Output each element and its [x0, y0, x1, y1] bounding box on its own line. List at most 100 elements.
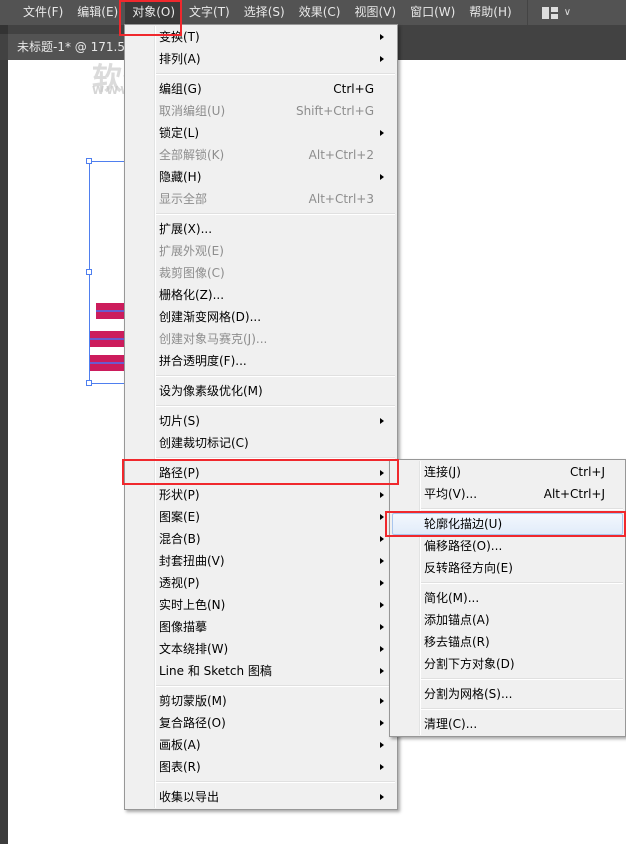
object-menu-item[interactable]: 图像描摹	[125, 616, 397, 638]
menu-item-label: 添加锚点(A)	[424, 613, 490, 627]
menu-item-label: 图表(R)	[159, 760, 201, 774]
submenu-arrow-icon	[380, 514, 384, 520]
object-menu-item[interactable]: 创建渐变网格(D)...	[125, 306, 397, 328]
submenu-arrow-icon	[380, 130, 384, 136]
object-menu-item[interactable]: 混合(B)	[125, 528, 397, 550]
artwork-stroke[interactable]	[90, 355, 124, 371]
path-menu-item[interactable]: 轮廓化描边(U)	[392, 513, 623, 535]
path-menu-item[interactable]: 连接(J) Ctrl+J	[390, 461, 625, 483]
artwork-stroke[interactable]	[96, 303, 124, 319]
workspace-switcher[interactable]: ∨	[526, 0, 572, 25]
object-menu-item[interactable]: 路径(P)	[125, 462, 397, 484]
object-menu-item[interactable]: 剪切蒙版(M)	[125, 690, 397, 712]
object-menu-item: 裁剪图像(C)	[125, 262, 397, 284]
menu-item-label: 剪切蒙版(M)	[159, 694, 227, 708]
menu-item-shortcut: Ctrl+J	[570, 465, 605, 479]
path-menu-item[interactable]: 分割为网格(S)...	[390, 683, 625, 705]
menu-item-label: 创建对象马赛克(J)...	[159, 332, 268, 346]
selection-bounding-box[interactable]	[89, 161, 129, 384]
object-menu-item[interactable]: 图表(R)	[125, 756, 397, 778]
object-menu-item[interactable]: 变换(T)	[125, 26, 397, 48]
menu-item-label: 扩展外观(E)	[159, 244, 224, 258]
submenu-arrow-icon	[380, 470, 384, 476]
path-menu-item[interactable]: 分割下方对象(D)	[390, 653, 625, 675]
path-menu-item[interactable]: 反转路径方向(E)	[390, 557, 625, 579]
object-menu-item[interactable]: 实时上色(N)	[125, 594, 397, 616]
panel-edge	[0, 25, 8, 34]
object-menu-item[interactable]: 封套扭曲(V)	[125, 550, 397, 572]
path-menu-item[interactable]: 移去锚点(R)	[390, 631, 625, 653]
menu-item-label: 形状(P)	[159, 488, 200, 502]
menu-item-label: 实时上色(N)	[159, 598, 226, 612]
menu-7[interactable]: 窗口(W)	[403, 0, 462, 25]
object-menu-item[interactable]: 隐藏(H)	[125, 166, 397, 188]
menu-8[interactable]: 帮助(H)	[462, 0, 518, 25]
menu-item-shortcut: Ctrl+G	[333, 82, 374, 96]
menu-item-label: 分割为网格(S)...	[424, 687, 513, 701]
menu-item-label: 图案(E)	[159, 510, 200, 524]
object-menu-item[interactable]: 文本绕排(W)	[125, 638, 397, 660]
menu-item-label: Line 和 Sketch 图稿	[159, 664, 272, 678]
path-menu-item[interactable]: 清理(C)...	[390, 713, 625, 735]
object-menu-item[interactable]: 收集以导出	[125, 786, 397, 808]
object-menu-item[interactable]: 画板(A)	[125, 734, 397, 756]
path-menu-item[interactable]: 偏移路径(O)...	[390, 535, 625, 557]
menu-6[interactable]: 视图(V)	[347, 0, 403, 25]
submenu-arrow-icon	[380, 742, 384, 748]
object-menu-item[interactable]: 透视(P)	[125, 572, 397, 594]
object-menu-item[interactable]: 编组(G) Ctrl+G	[125, 78, 397, 100]
object-menu-item[interactable]: 图案(E)	[125, 506, 397, 528]
object-menu: 变换(T) 排列(A) 编组(G) Ctrl+G 取消编组(U) Shift+Ctrl+G…	[124, 24, 398, 810]
submenu-arrow-icon	[380, 720, 384, 726]
menu-3[interactable]: 文字(T)	[182, 0, 237, 25]
menu-separator	[390, 705, 625, 713]
submenu-arrow-icon	[380, 764, 384, 770]
object-menu-item[interactable]: 创建裁切标记(C)	[125, 432, 397, 454]
object-menu-item: 全部解锁(K) Alt+Ctrl+2	[125, 144, 397, 166]
path-menu-item[interactable]: 简化(M)...	[390, 587, 625, 609]
object-menu-item[interactable]: 形状(P)	[125, 484, 397, 506]
artwork-stroke[interactable]	[90, 331, 124, 347]
menu-item-label: 创建渐变网格(D)...	[159, 310, 262, 324]
object-menu-item[interactable]: 设为像素级优化(M)	[125, 380, 397, 402]
object-menu-item[interactable]: 排列(A)	[125, 48, 397, 70]
path-submenu: 连接(J) Ctrl+J 平均(V)... Alt+Ctrl+J 轮廓化描边(U) 偏移路…	[389, 459, 626, 737]
menu-5[interactable]: 效果(C)	[292, 0, 348, 25]
menu-item-label: 平均(V)...	[424, 487, 478, 501]
object-menu-item: 显示全部 Alt+Ctrl+3	[125, 188, 397, 210]
menu-separator	[125, 402, 397, 410]
menu-2[interactable]: 对象(O)	[125, 0, 183, 25]
menu-item-label: 收集以导出	[159, 790, 220, 804]
object-menu-item[interactable]: 复合路径(O)	[125, 712, 397, 734]
menu-item-shortcut: Alt+Ctrl+2	[308, 148, 374, 162]
object-menu-item[interactable]: 切片(S)	[125, 410, 397, 432]
menu-4[interactable]: 选择(S)	[237, 0, 292, 25]
submenu-arrow-icon	[380, 558, 384, 564]
submenu-arrow-icon	[380, 34, 384, 40]
submenu-arrow-icon	[380, 794, 384, 800]
menu-item-label: 取消编组(U)	[159, 104, 226, 118]
path-menu-item[interactable]: 平均(V)... Alt+Ctrl+J	[390, 483, 625, 505]
object-menu-item[interactable]: 拼合透明度(F)...	[125, 350, 397, 372]
menu-item-label: 反转路径方向(E)	[424, 561, 513, 575]
selection-handle[interactable]	[86, 380, 92, 386]
menu-item-label: 拼合透明度(F)...	[159, 354, 247, 368]
chevron-down-icon: ∨	[563, 7, 572, 18]
submenu-arrow-icon	[380, 668, 384, 674]
menu-separator	[125, 70, 397, 78]
submenu-arrow-icon	[380, 536, 384, 542]
menu-item-label: 连接(J)	[424, 465, 461, 479]
menu-item-label: 裁剪图像(C)	[159, 266, 225, 280]
menu-separator	[390, 505, 625, 513]
selection-handle[interactable]	[86, 269, 92, 275]
path-menu-item[interactable]: 添加锚点(A)	[390, 609, 625, 631]
object-menu-item[interactable]: 栅格化(Z)...	[125, 284, 397, 306]
menu-0[interactable]: 文件(F)	[16, 0, 70, 25]
object-menu-item[interactable]: 锁定(L)	[125, 122, 397, 144]
selection-handle[interactable]	[86, 158, 92, 164]
menu-1[interactable]: 编辑(E)	[70, 0, 125, 25]
object-menu-item[interactable]: 扩展(X)...	[125, 218, 397, 240]
menu-item-label: 偏移路径(O)...	[424, 539, 503, 553]
object-menu-item[interactable]: Line 和 Sketch 图稿	[125, 660, 397, 682]
submenu-arrow-icon	[380, 580, 384, 586]
